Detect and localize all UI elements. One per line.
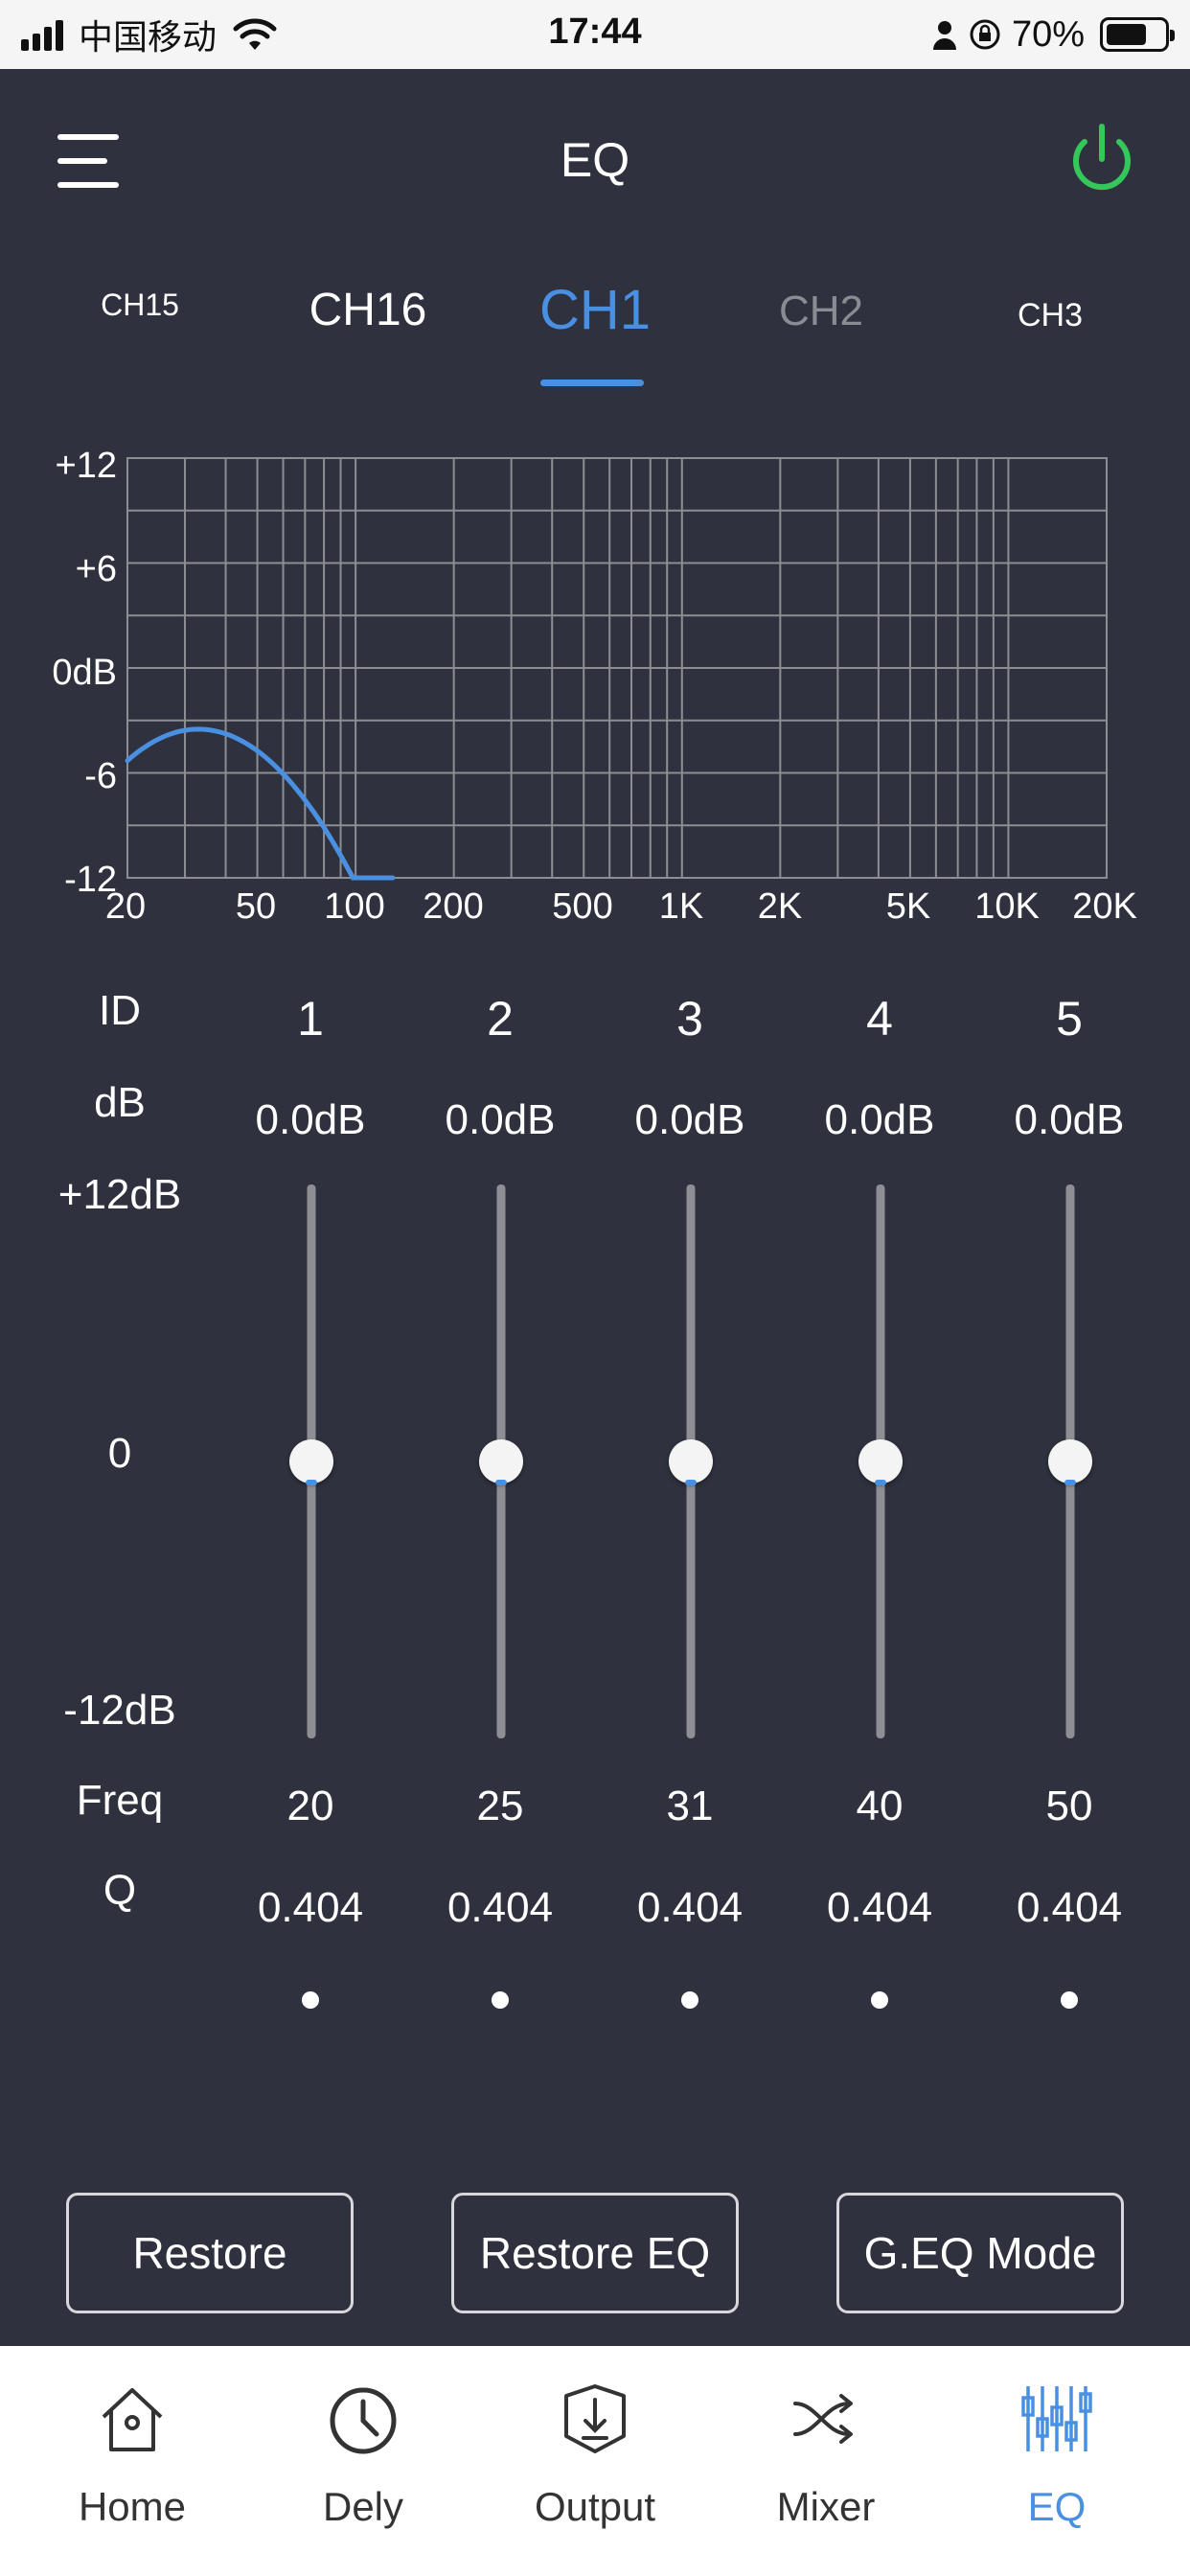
eq-response-graph: +12 +6 0dB -6 -12 20 50 100 200 500 1K 2… bbox=[52, 446, 1137, 927]
nav-item-dely[interactable]: Dely bbox=[248, 2346, 478, 2576]
shuffle-icon bbox=[793, 2394, 853, 2444]
home-icon bbox=[102, 2388, 163, 2451]
restore-button[interactable]: Restore bbox=[66, 2193, 354, 2313]
band-indicator-dot bbox=[492, 1991, 509, 2009]
band-indicator-dot bbox=[1061, 1991, 1078, 2009]
tab-ch15[interactable]: CH15 bbox=[101, 288, 179, 323]
label-q: Q bbox=[103, 1867, 137, 1914]
x-tick-label: 100 bbox=[324, 886, 384, 927]
label-id: ID bbox=[99, 987, 141, 1034]
band-indicator-dot bbox=[681, 1991, 698, 2009]
nav-label: Output bbox=[534, 2484, 656, 2529]
tab-ch3[interactable]: CH3 bbox=[1018, 297, 1083, 334]
band-q-value[interactable]: 0.404 bbox=[637, 1884, 743, 1932]
y-tick-label: +6 bbox=[76, 549, 117, 589]
band-gain-value: 0.0dB bbox=[634, 1096, 745, 1143]
tab-ch1[interactable]: CH1 bbox=[539, 278, 651, 342]
band-gain-value: 0.0dB bbox=[1014, 1096, 1125, 1143]
gain-slider-thumb[interactable] bbox=[858, 1439, 903, 1485]
label-zero-gain: 0 bbox=[107, 1430, 132, 1477]
band-q-value[interactable]: 0.404 bbox=[258, 1884, 363, 1932]
band-gain-value: 0.0dB bbox=[445, 1096, 556, 1143]
tab-ch16[interactable]: CH16 bbox=[309, 284, 427, 336]
gain-slider-thumb[interactable] bbox=[1048, 1439, 1092, 1485]
geq-mode-button[interactable]: G.EQ Mode bbox=[836, 2193, 1124, 2313]
nav-label: Dely bbox=[322, 2484, 404, 2529]
gain-slider-thumb[interactable] bbox=[669, 1439, 713, 1485]
status-right: 70% bbox=[931, 13, 1175, 56]
band-gain-value: 0.0dB bbox=[824, 1096, 935, 1143]
gain-slider-thumb[interactable] bbox=[289, 1439, 333, 1485]
y-tick-label: +12 bbox=[56, 446, 117, 486]
band-freq-value[interactable]: 31 bbox=[667, 1782, 714, 1830]
x-tick-label: 200 bbox=[423, 886, 483, 927]
band-indicator-dot bbox=[302, 1991, 319, 2009]
eq-curve bbox=[125, 726, 396, 881]
person-icon bbox=[932, 21, 956, 50]
label-db: dB bbox=[94, 1079, 146, 1126]
band-indicator-dot bbox=[871, 1991, 888, 2009]
label-freq: Freq bbox=[76, 1777, 164, 1824]
x-tick-label: 10K bbox=[974, 886, 1040, 927]
x-tick-label: 5K bbox=[886, 886, 930, 927]
band-q-value[interactable]: 0.404 bbox=[827, 1884, 932, 1932]
band-freq-value[interactable]: 40 bbox=[857, 1782, 904, 1830]
tab-ch2[interactable]: CH2 bbox=[779, 288, 863, 335]
band-freq-value[interactable]: 20 bbox=[287, 1782, 334, 1830]
band-q-value[interactable]: 0.404 bbox=[447, 1884, 553, 1932]
band-id: 1 bbox=[297, 992, 324, 1046]
clock-icon bbox=[330, 2387, 397, 2454]
band-q-value[interactable]: 0.404 bbox=[1017, 1884, 1122, 1932]
band-freq-value[interactable]: 25 bbox=[477, 1782, 524, 1830]
x-tick-label: 20K bbox=[1072, 886, 1137, 927]
band-id: 5 bbox=[1056, 992, 1083, 1046]
output-icon bbox=[564, 2384, 626, 2453]
y-tick-label: -6 bbox=[84, 756, 117, 796]
band-id: 4 bbox=[866, 992, 893, 1046]
x-tick-label: 1K bbox=[659, 886, 703, 927]
nav-label: Home bbox=[78, 2484, 187, 2529]
tab-active-indicator bbox=[540, 380, 644, 386]
x-tick-label: 500 bbox=[552, 886, 612, 927]
nav-item-home[interactable]: Home bbox=[17, 2346, 247, 2576]
nav-item-eq[interactable]: EQ bbox=[942, 2346, 1172, 2576]
bottom-nav: Home Dely Output Mixer EQ bbox=[0, 2346, 1190, 2576]
status-bar: 中国移动 17:44 70% bbox=[0, 0, 1190, 69]
orientation-lock-icon bbox=[970, 19, 1000, 50]
band-id: 2 bbox=[487, 992, 514, 1046]
x-tick-label: 20 bbox=[105, 886, 146, 927]
restore-eq-button[interactable]: Restore EQ bbox=[451, 2193, 739, 2313]
nav-label: EQ bbox=[1027, 2484, 1087, 2529]
nav-item-mixer[interactable]: Mixer bbox=[711, 2346, 941, 2576]
battery-percent: 70% bbox=[1011, 13, 1085, 55]
gain-slider-thumb[interactable] bbox=[479, 1439, 523, 1485]
nav-label: Mixer bbox=[776, 2484, 876, 2529]
x-tick-label: 50 bbox=[236, 886, 276, 927]
label-max-gain: +12dB bbox=[57, 1171, 182, 1218]
band-gain-value: 0.0dB bbox=[255, 1096, 366, 1143]
battery-icon bbox=[1100, 17, 1175, 52]
power-icon[interactable] bbox=[1065, 121, 1138, 197]
label-min-gain: -12dB bbox=[63, 1687, 176, 1734]
band-id: 3 bbox=[676, 992, 703, 1046]
x-tick-label: 2K bbox=[758, 886, 802, 927]
y-tick-label: 0dB bbox=[52, 653, 117, 693]
equalizer-icon bbox=[1021, 2386, 1092, 2451]
band-freq-value[interactable]: 50 bbox=[1046, 1782, 1093, 1830]
page-title: EQ bbox=[560, 133, 630, 187]
nav-item-output[interactable]: Output bbox=[480, 2346, 710, 2576]
